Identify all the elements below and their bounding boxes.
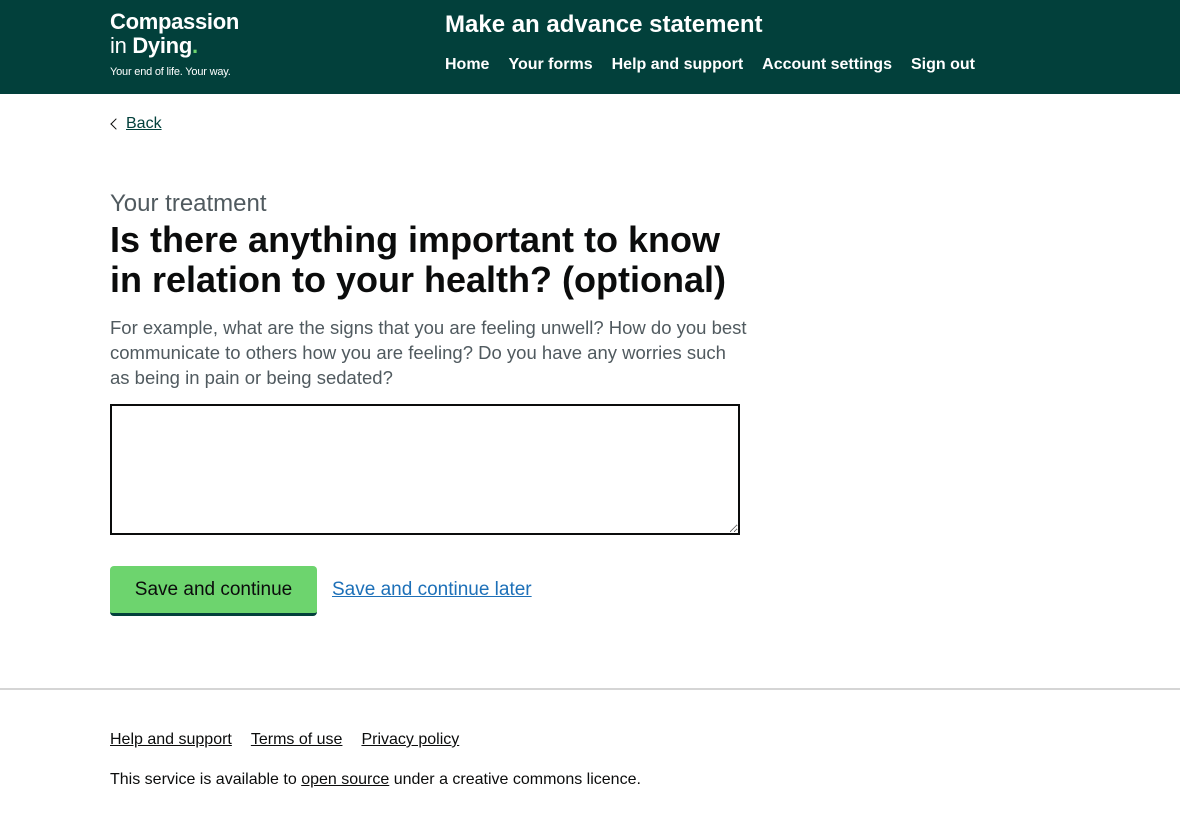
site-header: Compassion in Dying. Your end of life. Y… — [0, 0, 1180, 94]
compassion-in-dying-logo[interactable]: Compassion in Dying. Your end of life. Y… — [110, 10, 239, 79]
licence-statement: This service is available to open source… — [110, 769, 641, 791]
service-name[interactable]: Make an advance statement — [445, 10, 762, 40]
footer-links: Help and support Terms of use Privacy po… — [110, 729, 478, 751]
logo-line-1: Compassion — [110, 9, 240, 34]
nav-account-settings[interactable]: Account settings — [762, 54, 892, 76]
nav-your-forms[interactable]: Your forms — [508, 54, 592, 76]
licence-prefix: This service is available to — [110, 771, 302, 788]
footer-divider — [0, 688, 1180, 690]
footer-help-and-support-link[interactable]: Help and support — [110, 729, 232, 751]
save-and-continue-button[interactable]: Save and continue — [110, 566, 317, 616]
save-and-continue-later-link[interactable]: Save and continue later — [332, 578, 532, 602]
health-information-textarea[interactable] — [110, 404, 740, 535]
logo-line-2: in Dying. — [110, 34, 239, 58]
logo-line-2-bold: Dying — [132, 33, 192, 58]
question-hint: For example, what are the signs that you… — [110, 317, 747, 388]
nav-help-and-support[interactable]: Help and support — [612, 54, 744, 76]
back-link-container: Back — [110, 114, 162, 134]
footer-privacy-policy-link[interactable]: Privacy policy — [361, 729, 459, 751]
section-caption: Your treatment — [110, 190, 267, 217]
licence-suffix: under a creative commons licence. — [389, 771, 641, 788]
logo-dot: . — [191, 33, 198, 58]
logo-tagline: Your end of life. Your way. — [110, 66, 231, 78]
nav-home[interactable]: Home — [445, 54, 489, 76]
nav-sign-out[interactable]: Sign out — [911, 54, 975, 76]
footer-terms-of-use-link[interactable]: Terms of use — [251, 729, 343, 751]
logo-line-2-prefix: in — [110, 33, 127, 58]
chevron-left-icon — [110, 118, 122, 130]
open-source-link[interactable]: open source — [301, 771, 389, 788]
page-heading: Is there anything important to know in r… — [110, 219, 726, 300]
back-link[interactable]: Back — [126, 114, 162, 134]
main-nav: Home Your forms Help and support Account… — [445, 54, 994, 76]
